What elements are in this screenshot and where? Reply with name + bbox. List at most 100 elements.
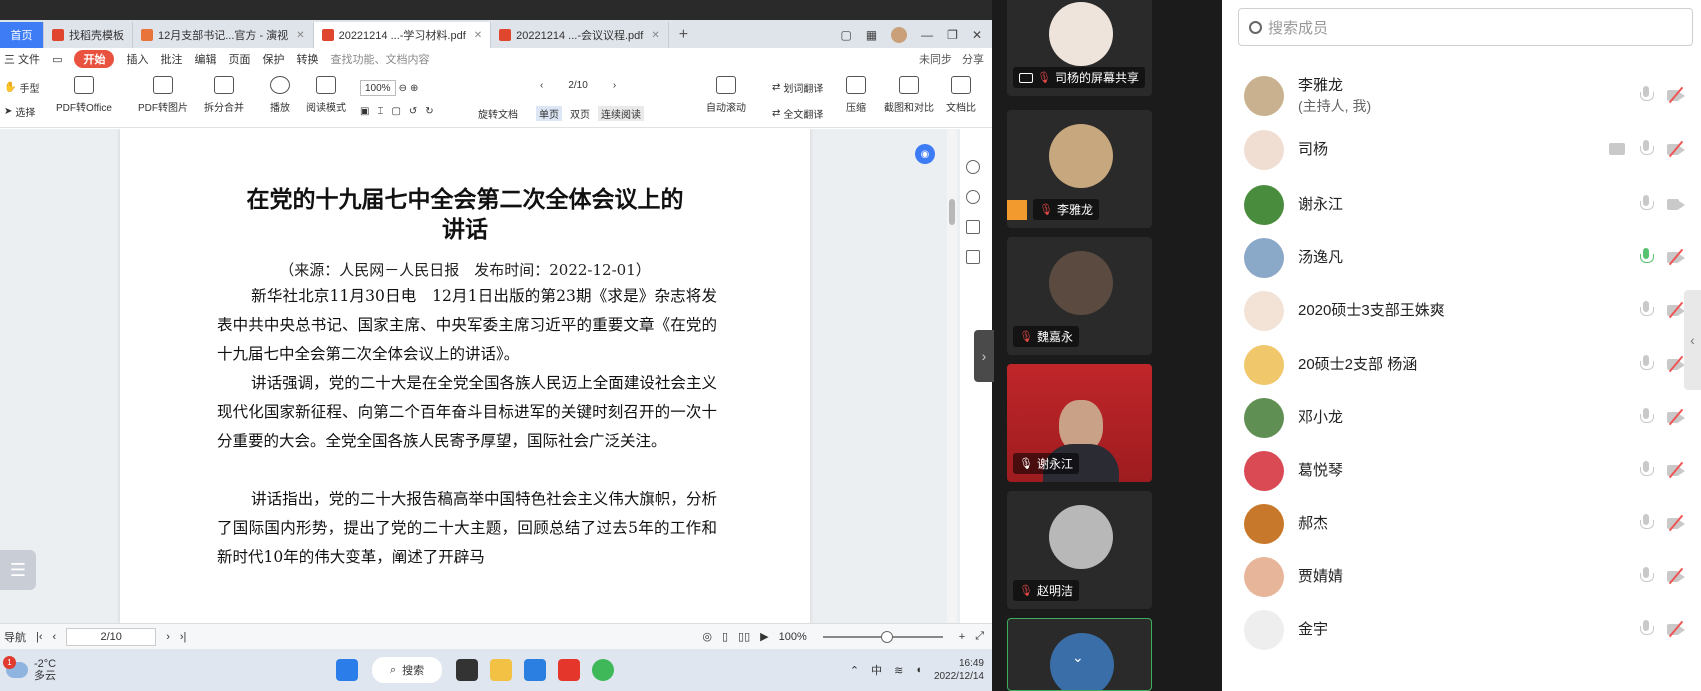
taskbar-search[interactable]: ⌕ 搜索 [372,657,443,683]
double-page-button[interactable]: 双页 [570,106,590,121]
mic-muted-icon[interactable] [1639,301,1654,319]
mic-muted-icon[interactable] [1639,514,1654,532]
play-icon[interactable]: ▶ [760,630,768,643]
camera-icon[interactable] [1667,198,1685,211]
bookmark-icon[interactable] [966,250,980,264]
play-button[interactable]: 播放 [270,76,290,114]
translate-select-button[interactable]: ⇄ 划词翻译 [772,80,823,95]
mic-muted-icon[interactable] [1639,140,1654,158]
member-row[interactable]: 邓小龙 [1222,392,1701,444]
menu-insert[interactable]: 插入 [126,51,148,67]
camera-off-icon[interactable] [1667,86,1685,103]
wifi-icon[interactable]: ≋ [894,664,903,677]
crop-icon[interactable]: ⌶ [377,106,383,117]
chevron-up-icon[interactable]: ⌃ [850,664,859,677]
member-row[interactable]: 2020硕士3支部王姝爽 [1222,285,1701,337]
mic-icon[interactable] [1639,248,1654,266]
video-tile-6[interactable]: ⌄ [1007,618,1152,691]
restore-icon[interactable]: ❐ [947,28,958,42]
app-icon[interactable] [524,659,547,681]
camera-off-icon[interactable] [1667,461,1685,478]
fit-icon[interactable]: ▣ [360,106,369,117]
menu-edit[interactable]: 编辑 [194,51,216,67]
video-tile-live[interactable]: 🎙 谢永江 [1007,364,1152,482]
weather-widget[interactable]: 1 -2°C 多云 [0,656,330,682]
member-row[interactable]: 金宇 [1222,604,1701,656]
new-tab-button[interactable]: + [669,22,698,48]
camera-off-icon[interactable] [1667,355,1685,372]
last-page-icon[interactable]: ›| [180,631,187,643]
zoom-value[interactable]: 100% [360,80,396,96]
member-row[interactable]: 司杨 [1222,124,1701,176]
mic-muted-icon[interactable] [1639,86,1654,104]
mic-muted-icon[interactable] [1639,408,1654,426]
task-view-icon[interactable] [456,659,479,681]
prev-page-icon[interactable]: ‹ [53,631,57,643]
camera-off-icon[interactable] [1667,301,1685,318]
minimize-icon[interactable]: — [921,28,933,42]
member-row[interactable]: 李雅龙 (主持人, 我) [1222,70,1701,122]
single-view-icon[interactable]: ▯ [722,630,728,643]
doc-compare-button[interactable]: 文档比 [946,76,976,114]
read-mode-button[interactable]: 阅读模式 [306,76,346,114]
mic-muted-icon[interactable] [1639,567,1654,585]
camera-off-icon[interactable] [1667,567,1685,584]
rotate-left-icon[interactable]: ↺ [409,106,417,117]
chevron-down-icon[interactable]: ⌄ [1072,649,1084,666]
wps-icon[interactable] [558,659,581,681]
wechat-icon[interactable] [592,659,615,681]
camera-off-icon[interactable] [1667,408,1685,425]
nav-toggle[interactable]: 导航 [4,629,26,645]
first-page-icon[interactable]: |‹ [36,631,43,643]
eye-icon[interactable]: ◎ [702,630,712,643]
next-page-icon[interactable]: › [166,631,170,643]
screenshot-compare-button[interactable]: 截图和对比 [884,76,934,114]
panel-edge-handle[interactable]: ‹ [1684,290,1701,390]
video-tile-3[interactable]: 🎙 魏嘉永 [1007,237,1152,355]
member-row[interactable]: 汤逸凡 [1222,232,1701,284]
tab-ppt[interactable]: 12月支部书记...官方 - 演视 ✕ [133,22,314,48]
split-merge-button[interactable]: 拆分合并 [204,76,244,114]
member-row[interactable]: 20硕士2支部 杨涵 [1222,339,1701,391]
grid-icon[interactable]: ▦ [866,28,877,42]
fullscreen-icon[interactable]: ⤢ [975,630,992,643]
document-scrollbar[interactable] [947,129,957,623]
zoom-in-icon[interactable]: ⊕ [410,83,418,94]
windows-start-icon[interactable] [336,659,358,681]
menu-protect[interactable]: 保护 [262,51,284,67]
frame-icon[interactable]: ▢ [391,106,400,117]
close-icon[interactable]: ✕ [972,28,982,42]
member-row[interactable]: 谢永江 [1222,179,1701,231]
outline-list-button[interactable]: ☰ [0,550,36,590]
screen-share-icon[interactable] [1609,143,1625,155]
tab-home[interactable]: 首页 [0,22,44,48]
find-icon[interactable] [966,160,980,174]
single-page-button[interactable]: 单页 [536,106,562,121]
sync-status[interactable]: 未同步 [919,51,952,67]
rotate-doc-button[interactable]: 旋转文档 [478,106,518,121]
layout-icon[interactable]: ▢ [840,28,851,42]
menu-page[interactable]: 页面 [228,51,250,67]
video-tile-screenshare[interactable]: 🎙 司杨的屏幕共享 [1007,0,1152,96]
pdf-to-office-button[interactable]: PDF转Office [56,76,112,114]
menu-convert[interactable]: 转换 [296,51,318,67]
clock[interactable]: 16:49 2022/12/14 [934,657,984,683]
menu-file[interactable]: 三 文件 [4,51,40,67]
hand-tool[interactable]: ✋ 手型 [4,80,39,95]
scrollbar-thumb[interactable] [949,199,955,225]
tab-pdf-study[interactable]: 20221214 ...-学习材料.pdf ✕ [313,22,492,48]
camera-off-icon[interactable] [1667,248,1685,265]
member-row[interactable]: 贾婧婧 [1222,551,1701,603]
mic-muted-icon[interactable] [1639,620,1654,638]
close-icon[interactable]: ✕ [296,30,304,41]
video-tile-host[interactable]: 🎙 李雅龙 [1007,110,1152,228]
compress-button[interactable]: 压缩 [846,76,866,114]
mic-icon[interactable] [1639,195,1654,213]
menu-search[interactable]: 查找功能、文档内容 [330,51,429,67]
camera-off-icon[interactable] [1667,620,1685,637]
continuous-button[interactable]: 连续阅读 [598,106,644,121]
member-row[interactable]: 郝杰 [1222,498,1701,550]
zoom-in-icon[interactable]: + [959,631,965,643]
select-tool[interactable]: ➤ 选择 [4,104,35,119]
mic-muted-icon[interactable] [1639,461,1654,479]
